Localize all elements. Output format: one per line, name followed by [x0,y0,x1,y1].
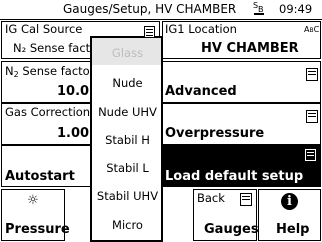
pressure-button[interactable]: ☼ Pressure [1,189,70,241]
signal-icon: S B [253,1,264,15]
submenu-icon [305,149,316,161]
n2-sense-factor-label: N2 Sense factor [5,65,94,81]
help-button[interactable]: i Help [258,189,321,241]
gas-correction-value: 1.00 [57,126,90,141]
dropdown-item-micro[interactable]: Micro [92,218,163,232]
n2-sense-factor-value: 10.0 [57,84,90,99]
dropdown-item-glass[interactable]: Glass [92,46,163,60]
info-icon: i [281,193,298,210]
dropdown-list-icon [144,26,155,38]
dropdown-item-stabil-h[interactable]: Stabil H [92,133,163,147]
submenu-icon [306,110,318,123]
ig-cal-source-label: IG Cal Source [5,22,83,36]
advanced-button[interactable]: Advanced [162,61,321,103]
gas-correction-label: Gas Correction F [5,105,101,119]
ig-cal-source-value: N₂ Sense facto [13,41,98,55]
overpressure-button[interactable]: Overpressure [162,103,321,145]
page-title: Gauges/Setup, HV CHAMBER [63,2,237,16]
dropdown-item-stabil-l[interactable]: Stabil L [92,161,163,175]
load-default-label: Load default setup [165,169,304,184]
dropdown-item-nude-uhv[interactable]: Nude UHV [92,105,163,119]
back-gauges-button[interactable]: Back Gauges [193,189,259,241]
n2-label-rest: Sense factor [18,64,95,78]
overpressure-label: Overpressure [165,126,265,141]
pressure-label: Pressure [5,222,70,237]
back-label: Back [197,191,225,205]
submenu-icon [240,193,252,206]
gauges-label: Gauges [204,222,259,237]
clock: 09:49 [279,2,313,16]
dropdown-item-nude[interactable]: Nude [92,76,163,90]
ig1-location-label: IG1 Location [165,22,237,36]
ig1-location-value: HV CHAMBER [201,41,299,56]
lightbulb-icon: ☼ [27,193,39,208]
header-bar: Gauges/Setup, HV CHAMBER S B 09:49 [0,0,322,20]
dropdown-item-stabil-uhv[interactable]: Stabil UHV [92,189,163,203]
n2-label-main: N [5,64,14,78]
autostart-label: Autostart [5,169,75,184]
load-default-setup-button[interactable]: Load default setup [162,145,321,187]
abc-badge-icon: ABC [304,25,320,34]
submenu-icon [306,68,318,81]
advanced-label: Advanced [165,84,237,99]
help-label: Help [276,222,310,237]
sensor-type-dropdown[interactable]: Glass Nude Nude UHV Stabil H Stabil L St… [90,26,163,242]
ig1-location-field[interactable]: IG1 Location ABC HV CHAMBER [162,21,321,59]
